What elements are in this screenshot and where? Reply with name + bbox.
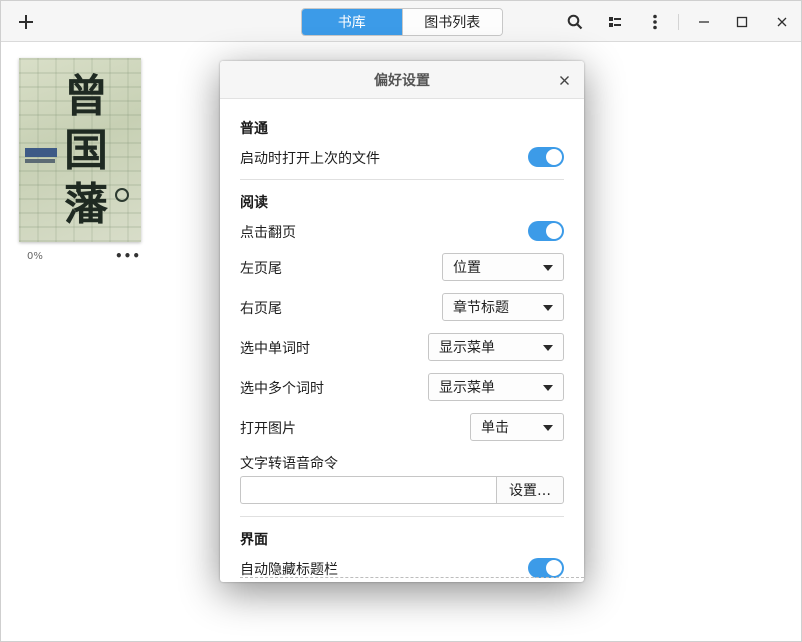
- preferences-dialog: 偏好设置 普通 启动时打开上次的文件 阅读 点击翻页 左页尾 位置 右页尾 章节…: [220, 61, 584, 582]
- select-words-value: 显示菜单: [439, 380, 495, 396]
- close-icon[interactable]: [767, 7, 797, 37]
- header-separator: [678, 14, 679, 30]
- right-footer-value: 章节标题: [453, 300, 509, 316]
- tab-library[interactable]: 书库: [302, 9, 402, 35]
- toggle-knob: [546, 223, 562, 239]
- auto-hide-titlebar-toggle[interactable]: [528, 558, 564, 578]
- kebab-menu-icon[interactable]: [640, 7, 670, 37]
- book-cover[interactable]: 曾国藩: [19, 58, 141, 242]
- chevron-down-icon: [543, 385, 553, 391]
- tts-command-input[interactable]: [240, 476, 497, 504]
- section-interface-title: 界面: [240, 532, 268, 548]
- open-last-file-label: 启动时打开上次的文件: [240, 151, 380, 167]
- open-last-file-toggle[interactable]: [528, 147, 564, 167]
- click-turn-page-label: 点击翻页: [240, 225, 296, 241]
- chevron-down-icon: [543, 345, 553, 351]
- open-image-label: 打开图片: [240, 421, 296, 437]
- section-divider: [240, 179, 564, 180]
- view-mode-icon[interactable]: [600, 7, 630, 37]
- open-image-value: 单击: [481, 420, 509, 436]
- cover-title: 曾国藩: [64, 71, 108, 230]
- select-words-label: 选中多个词时: [240, 381, 324, 397]
- open-image-dropdown[interactable]: 单击: [470, 413, 564, 441]
- minimize-icon[interactable]: [689, 7, 719, 37]
- scroll-edge: [240, 577, 584, 578]
- right-footer-dropdown[interactable]: 章节标题: [442, 293, 564, 321]
- toggle-knob: [546, 560, 562, 576]
- maximize-icon[interactable]: [727, 7, 757, 37]
- click-turn-page-toggle[interactable]: [528, 221, 564, 241]
- cover-seal-icon: [115, 188, 129, 202]
- header-bar: 书库 图书列表: [1, 1, 801, 42]
- search-icon[interactable]: [560, 7, 590, 37]
- book-progress: 0%: [27, 251, 43, 262]
- select-word-value: 显示菜单: [439, 340, 495, 356]
- left-footer-label: 左页尾: [240, 261, 282, 277]
- toggle-knob: [546, 149, 562, 165]
- tts-label: 文字转语音命令: [240, 456, 338, 472]
- select-word-label: 选中单词时: [240, 341, 310, 357]
- dialog-body: 普通 启动时打开上次的文件 阅读 点击翻页 左页尾 位置 右页尾 章节标题 选中…: [220, 99, 584, 582]
- view-switcher: 书库 图书列表: [301, 8, 503, 36]
- section-general-title: 普通: [240, 121, 268, 137]
- dialog-title: 偏好设置: [220, 61, 584, 99]
- left-footer-dropdown[interactable]: 位置: [442, 253, 564, 281]
- dialog-close-icon[interactable]: [554, 70, 574, 90]
- tab-book-list[interactable]: 图书列表: [401, 9, 502, 35]
- app-window: 书库 图书列表 曾国藩 0% ••• 偏好设置 普通 启动时打开上次的文件 阅读…: [0, 0, 802, 642]
- tts-settings-button[interactable]: 设置…: [496, 476, 564, 504]
- cover-label: [25, 148, 57, 157]
- plus-icon[interactable]: [11, 7, 41, 37]
- auto-hide-titlebar-label: 自动隐藏标题栏: [240, 562, 338, 578]
- chevron-down-icon: [543, 305, 553, 311]
- chevron-down-icon: [543, 265, 553, 271]
- chevron-down-icon: [543, 425, 553, 431]
- section-divider: [240, 516, 564, 517]
- section-reading-title: 阅读: [240, 195, 268, 211]
- left-footer-value: 位置: [453, 260, 481, 276]
- right-footer-label: 右页尾: [240, 301, 282, 317]
- cover-sublabel: [25, 159, 55, 163]
- select-words-dropdown[interactable]: 显示菜单: [428, 373, 564, 401]
- book-menu-button[interactable]: •••: [115, 249, 141, 263]
- select-word-dropdown[interactable]: 显示菜单: [428, 333, 564, 361]
